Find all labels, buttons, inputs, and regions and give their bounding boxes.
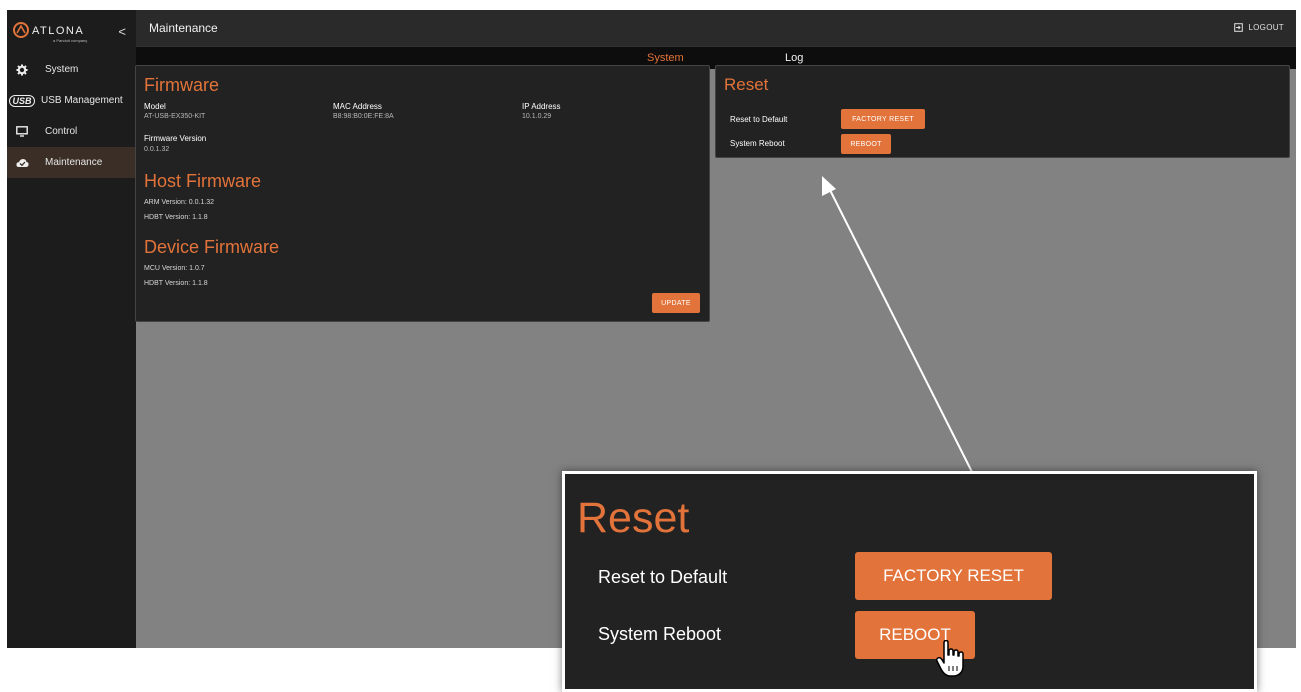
zoom-system-reboot-label: System Reboot: [598, 624, 722, 644]
zoom-reset-to-default-label: Reset to Default: [598, 567, 728, 587]
zoom-factory-reset-button[interactable]: FACTORY RESET: [855, 552, 1052, 600]
zoom-callout: Reset Reset to Default FACTORY RESET Sys…: [562, 471, 1257, 692]
zoom-reset-title: Reset: [577, 494, 690, 542]
hand-cursor-icon: [935, 640, 964, 677]
